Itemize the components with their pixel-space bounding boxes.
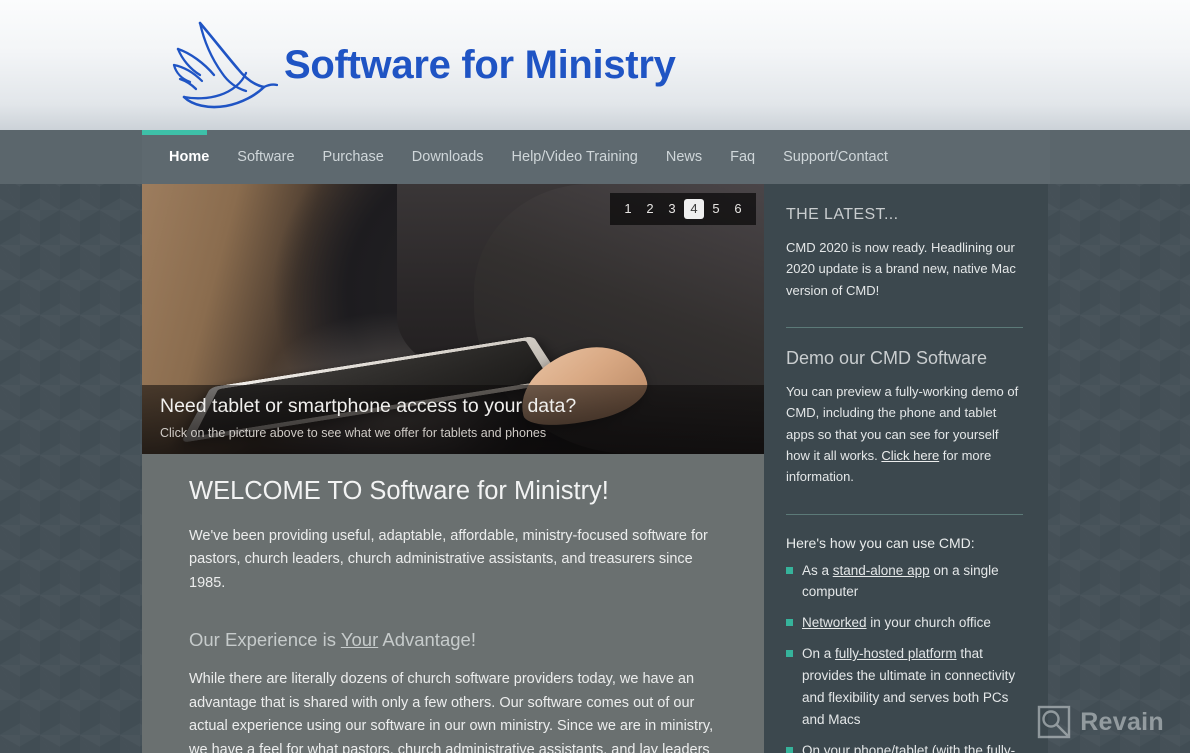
slider-page-1[interactable]: 1 (618, 199, 638, 219)
sidebar-usage-block: Here's how you can use CMD: As a stand-a… (786, 535, 1023, 753)
usage-item-link[interactable]: On your phone/tablet (802, 743, 928, 753)
nav-item-help-video-training[interactable]: Help/Video Training (498, 149, 652, 165)
hero-caption-title: Need tablet or smartphone access to your… (160, 395, 577, 417)
subhead-pre: Our Experience is (189, 629, 341, 651)
sidebar-latest-block: THE LATEST... CMD 2020 is now ready. Hea… (786, 206, 1023, 301)
nav-item-home[interactable]: Home (155, 149, 223, 165)
slider-page-5[interactable]: 5 (706, 199, 726, 219)
nav-item-purchase[interactable]: Purchase (309, 149, 398, 165)
slider-page-6[interactable]: 6 (728, 199, 748, 219)
demo-click-here-link[interactable]: Click here (881, 448, 939, 463)
main-navigation: Home Software Purchase Downloads Help/Video … (0, 130, 1190, 184)
sidebar: THE LATEST... CMD 2020 is now ready. Hea… (764, 184, 1048, 753)
list-item: On a fully-hosted platform that provides… (786, 643, 1023, 730)
welcome-section: WELCOME TO Software for Ministry! We've … (142, 454, 764, 753)
logo-text: Software for Ministry (284, 42, 676, 87)
nav-list: Home Software Purchase Downloads Help/Video … (142, 130, 1050, 184)
nav-item-faq[interactable]: Faq (716, 149, 769, 165)
nav-inner: Home Software Purchase Downloads Help/Video … (142, 130, 1050, 184)
hero-slider[interactable]: 123456 Need tablet or smartphone access … (142, 184, 764, 454)
main-column: 123456 Need tablet or smartphone access … (142, 184, 764, 753)
slider-pagination: 123456 (610, 193, 756, 225)
sidebar-usage-heading: Here's how you can use CMD: (786, 534, 975, 551)
nav-item-downloads[interactable]: Downloads (398, 149, 498, 165)
sidebar-divider-1 (786, 326, 1023, 328)
usage-item-pre: On a (802, 646, 836, 662)
slider-page-4[interactable]: 4 (684, 199, 704, 219)
hero-caption-subtitle: Click on the picture above to see what w… (160, 426, 547, 440)
revain-logo-icon (1037, 705, 1071, 739)
slider-page-3[interactable]: 3 (662, 199, 682, 219)
subhead-post: Advantage! (378, 629, 476, 651)
nav-item-software[interactable]: Software (223, 149, 308, 165)
site-header: Software for Ministry (0, 0, 1190, 130)
sidebar-divider-2 (786, 513, 1023, 515)
sidebar-demo-title: Demo our CMD Software (786, 347, 988, 368)
hero-caption: Need tablet or smartphone access to your… (142, 385, 764, 454)
nav-item-support-contact[interactable]: Support/Contact (769, 149, 902, 165)
experience-subheading: Our Experience is Your Advantage! (189, 629, 731, 651)
subhead-emphasis: Your (340, 629, 379, 651)
sidebar-usage-list: As a stand-alone app on a single compute… (786, 560, 1023, 753)
usage-item-link[interactable]: stand-alone app (833, 563, 930, 578)
experience-paragraph: While there are literally dozens of chur… (189, 671, 714, 753)
revain-watermark: Revain (1037, 705, 1164, 739)
sidebar-demo-block: Demo our CMD Software You can preview a … (786, 348, 1023, 488)
sidebar-demo-text: You can preview a fully-working demo of … (786, 381, 1023, 488)
usage-item-link[interactable]: fully-hosted platform (835, 646, 957, 661)
welcome-lead-text: We've been providing useful, adaptable, … (189, 528, 708, 591)
site-logo[interactable]: Software for Ministry (160, 11, 676, 119)
slider-page-2[interactable]: 2 (640, 199, 660, 219)
list-item: As a stand-alone app on a single compute… (786, 560, 1023, 604)
list-item: Networked in your church office (786, 612, 1023, 634)
sidebar-latest-title: THE LATEST... (786, 206, 899, 223)
page-title: WELCOME TO Software for Ministry! (189, 477, 609, 505)
list-item: On your phone/tablet (with the fully-hos… (786, 740, 1023, 753)
revain-watermark-text: Revain (1080, 707, 1164, 736)
dove-icon (160, 11, 278, 119)
usage-item-post: in your church office (866, 615, 991, 631)
nav-item-news[interactable]: News (652, 149, 716, 165)
usage-item-link[interactable]: Networked (802, 615, 867, 630)
sidebar-latest-text: CMD 2020 is now ready. Headlining our 20… (786, 240, 1016, 298)
usage-item-pre: As a (802, 562, 833, 578)
content-wrapper: 123456 Need tablet or smartphone access … (142, 184, 1048, 753)
nav-active-indicator (142, 130, 207, 135)
